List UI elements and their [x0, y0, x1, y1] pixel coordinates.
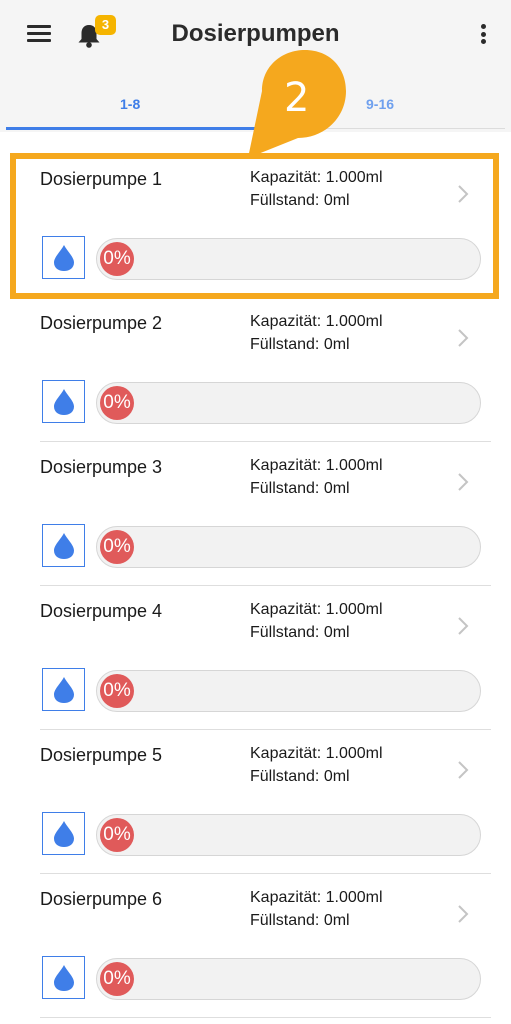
tab-9-16[interactable]: 9-16 [366, 96, 394, 112]
pump-name: Dosierpumpe 6 [40, 889, 163, 909]
pump-row[interactable]: Dosierpumpe 5 Kapazität: 1.000ml Füllsta… [0, 730, 511, 874]
pump-row[interactable]: Dosierpumpe 2 Kapazität: 1.000ml Füllsta… [0, 298, 511, 442]
pump-fill-level: Füllstand: 0ml [250, 624, 350, 641]
tab-bar: 1-8 9-16 [0, 72, 511, 132]
pump-fill-level: Füllstand: 0ml [250, 768, 350, 785]
water-drop-icon [54, 965, 74, 991]
fill-level-bar: 0% [96, 670, 481, 712]
pump-drop-button[interactable] [42, 380, 85, 423]
fill-level-bar: 0% [96, 814, 481, 856]
fill-level-percent: 0% [100, 674, 134, 708]
pump-fill-level: Füllstand: 0ml [250, 336, 350, 353]
pump-drop-button[interactable] [42, 236, 85, 279]
pump-drop-button[interactable] [42, 812, 85, 855]
fill-level-bar: 0% [96, 958, 481, 1000]
fill-level-bar: 0% [96, 382, 481, 424]
pump-capacity: Kapazität: 1.000ml [250, 169, 383, 186]
pump-name: Dosierpumpe 2 [40, 313, 163, 333]
water-drop-icon [54, 821, 74, 847]
pump-fill-level: Füllstand: 0ml [250, 912, 350, 929]
pump-name: Dosierpumpe 3 [40, 457, 163, 477]
pump-capacity: Kapazität: 1.000ml [250, 889, 383, 906]
pump-capacity: Kapazität: 1.000ml [250, 601, 383, 618]
pump-name: Dosierpumpe 5 [40, 745, 163, 765]
chevron-right-icon[interactable] [457, 184, 469, 204]
pump-name: Dosierpumpe 1 [40, 169, 163, 189]
chevron-right-icon[interactable] [457, 760, 469, 780]
fill-level-percent: 0% [100, 962, 134, 996]
active-tab-indicator [6, 127, 256, 130]
tab-1-8[interactable]: 1-8 [120, 96, 140, 112]
fill-level-percent: 0% [100, 386, 134, 420]
pump-capacity: Kapazität: 1.000ml [250, 313, 383, 330]
pump-row[interactable]: Dosierpumpe 1 Kapazität: 1.000ml Füllsta… [0, 154, 511, 298]
pump-drop-button[interactable] [42, 524, 85, 567]
pump-capacity: Kapazität: 1.000ml [250, 745, 383, 762]
water-drop-icon [54, 389, 74, 415]
pump-fill-level: Füllstand: 0ml [250, 192, 350, 209]
page-title: Dosierpumpen [171, 20, 340, 47]
pump-row[interactable]: Dosierpumpe 3 Kapazität: 1.000ml Füllsta… [0, 442, 511, 586]
chevron-right-icon[interactable] [457, 328, 469, 348]
pump-drop-button[interactable] [42, 668, 85, 711]
fill-level-bar: 0% [96, 238, 481, 280]
water-drop-icon [54, 245, 74, 271]
fill-level-percent: 0% [100, 530, 134, 564]
pump-row[interactable]: Dosierpumpe 6 Kapazität: 1.000ml Füllsta… [0, 874, 511, 1018]
chevron-right-icon[interactable] [457, 472, 469, 492]
tab-divider [256, 128, 505, 129]
fill-level-percent: 0% [100, 818, 134, 852]
pump-drop-button[interactable] [42, 956, 85, 999]
chevron-right-icon[interactable] [457, 616, 469, 636]
pump-fill-level: Füllstand: 0ml [250, 480, 350, 497]
row-divider [40, 1017, 491, 1018]
pump-row[interactable]: Dosierpumpe 4 Kapazität: 1.000ml Füllsta… [0, 586, 511, 730]
pump-capacity: Kapazität: 1.000ml [250, 457, 383, 474]
pump-name: Dosierpumpe 4 [40, 601, 163, 621]
app-bar: 3 Dosierpumpen [0, 0, 511, 72]
fill-level-percent: 0% [100, 242, 134, 276]
chevron-right-icon[interactable] [457, 904, 469, 924]
water-drop-icon [54, 677, 74, 703]
water-drop-icon [54, 533, 74, 559]
more-vertical-icon[interactable] [477, 24, 489, 48]
pump-list: Dosierpumpe 1 Kapazität: 1.000ml Füllsta… [0, 154, 511, 1018]
fill-level-bar: 0% [96, 526, 481, 568]
tutorial-step-number: 2 [284, 75, 310, 121]
